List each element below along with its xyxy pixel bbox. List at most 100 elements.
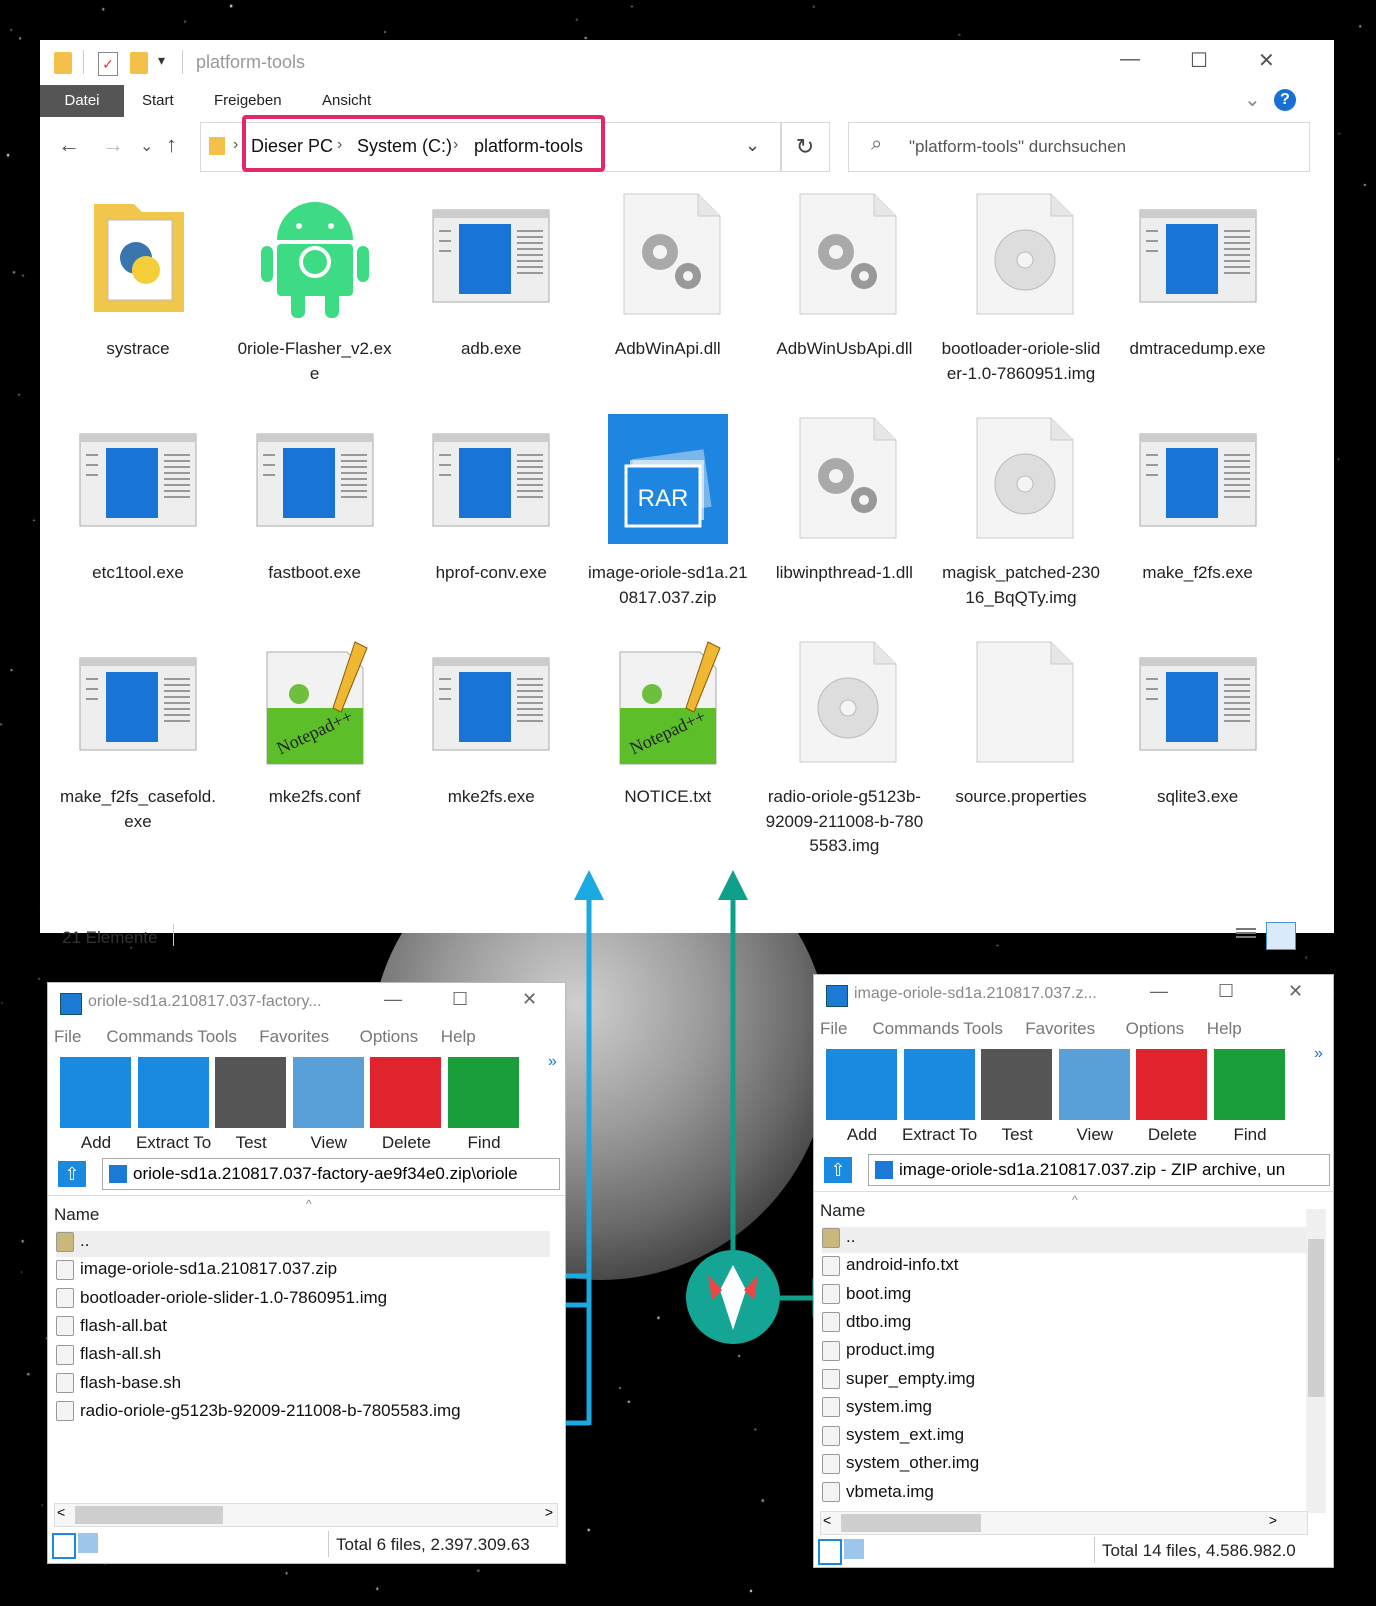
- name-column-header[interactable]: Name: [820, 1201, 865, 1221]
- more-tools-icon[interactable]: »: [548, 1053, 557, 1071]
- file-name: image-oriole-sd1a.210817.037.zip: [80, 1259, 338, 1279]
- extract-to-button[interactable]: Extract To: [136, 1057, 216, 1157]
- archive-icon: [875, 1161, 893, 1179]
- list-item[interactable]: vbmeta.img: [822, 1482, 934, 1508]
- close-button[interactable]: ✕: [1288, 981, 1303, 1002]
- list-item[interactable]: android-info.txt: [822, 1255, 958, 1281]
- menu-favorites[interactable]: Favorites: [1025, 1019, 1095, 1039]
- more-tools-icon[interactable]: »: [1314, 1045, 1323, 1063]
- list-item[interactable]: system_ext.img: [822, 1425, 964, 1451]
- archive-path-field[interactable]: image-oriole-sd1a.210817.037.zip - ZIP a…: [868, 1154, 1330, 1186]
- file-name: radio-oriole-g5123b-92009-211008-b-78055…: [80, 1400, 461, 1420]
- list-item[interactable]: boot.img: [822, 1284, 911, 1310]
- file-name: boot.img: [846, 1283, 912, 1303]
- file-icon: [56, 1316, 74, 1337]
- file-name: android-info.txt: [846, 1255, 959, 1275]
- button-label: Delete: [1147, 1125, 1197, 1144]
- add-icon: [826, 1049, 897, 1120]
- add-button[interactable]: Add: [826, 1049, 904, 1149]
- selection-status-icon: [818, 1539, 842, 1565]
- file-name: system.img: [846, 1396, 932, 1416]
- list-item[interactable]: flash-all.bat: [56, 1316, 167, 1342]
- name-column-header[interactable]: Name: [54, 1205, 99, 1225]
- up-folder-icon[interactable]: ⇧: [824, 1157, 852, 1183]
- delete-button[interactable]: Delete: [1136, 1049, 1214, 1149]
- close-button[interactable]: ✕: [522, 989, 537, 1010]
- minimize-button[interactable]: —: [1150, 981, 1168, 1002]
- parent-folder-icon: [822, 1227, 840, 1248]
- file-name: dtbo.img: [846, 1311, 912, 1331]
- view-icon: [292, 1057, 364, 1128]
- file-name: system_ext.img: [846, 1425, 965, 1445]
- list-item[interactable]: flash-base.sh: [56, 1373, 181, 1399]
- menu-favorites[interactable]: Favorites: [259, 1027, 329, 1047]
- button-label: Test: [235, 1133, 267, 1152]
- button-label: Test: [1001, 1125, 1033, 1144]
- menu-tools[interactable]: Tools: [197, 1027, 237, 1047]
- winrar-app-icon: [826, 985, 848, 1007]
- maximize-button[interactable]: ☐: [452, 989, 468, 1010]
- file-name: ..: [80, 1231, 90, 1250]
- find-button[interactable]: Find: [1214, 1049, 1292, 1149]
- vertical-scrollbar[interactable]: [1306, 1209, 1326, 1513]
- list-item[interactable]: dtbo.img: [822, 1312, 911, 1338]
- button-label: Delete: [381, 1133, 431, 1152]
- teal-arrowhead: [718, 870, 748, 900]
- list-item[interactable]: ..: [822, 1227, 1316, 1253]
- window-title: image-oriole-sd1a.210817.037.z...: [854, 985, 1097, 1002]
- sort-ascending-icon: ^: [306, 1197, 312, 1211]
- find-icon: [1214, 1049, 1285, 1120]
- winrar-app-icon: [60, 993, 82, 1015]
- extract-to-icon: [903, 1049, 975, 1120]
- menu-commands[interactable]: Commands: [106, 1027, 193, 1047]
- menu-options[interactable]: Options: [360, 1027, 419, 1047]
- add-button[interactable]: Add: [60, 1057, 138, 1157]
- minimize-button[interactable]: —: [384, 989, 402, 1010]
- button-label: Extract To: [135, 1133, 212, 1152]
- list-item[interactable]: super_empty.img: [822, 1369, 975, 1395]
- menu-file[interactable]: File: [820, 1019, 847, 1039]
- list-item[interactable]: flash-all.sh: [56, 1344, 161, 1370]
- menu-help[interactable]: Help: [441, 1027, 476, 1047]
- menu-help[interactable]: Help: [1207, 1019, 1242, 1039]
- menu-file[interactable]: File: [54, 1027, 81, 1047]
- button-label: Add: [80, 1133, 112, 1152]
- file-name: vbmeta.img: [846, 1481, 934, 1501]
- test-button[interactable]: Test: [215, 1057, 293, 1157]
- list-item[interactable]: radio-oriole-g5123b-92009-211008-b-78055…: [56, 1401, 461, 1427]
- up-folder-icon[interactable]: ⇧: [58, 1161, 86, 1187]
- archive-path-text: oriole-sd1a.210817.037-factory-ae9f34e0.…: [133, 1164, 518, 1183]
- file-icon: [56, 1401, 74, 1422]
- find-button[interactable]: Find: [448, 1057, 526, 1157]
- sort-ascending-icon: ^: [1072, 1193, 1078, 1207]
- archive-path-field[interactable]: oriole-sd1a.210817.037-factory-ae9f34e0.…: [102, 1158, 560, 1190]
- list-item[interactable]: system.img: [822, 1397, 932, 1423]
- menu-options[interactable]: Options: [1126, 1019, 1185, 1039]
- menu-tools[interactable]: Tools: [963, 1019, 1003, 1039]
- view-button[interactable]: View: [292, 1057, 371, 1157]
- horizontal-scrollbar[interactable]: < >: [54, 1503, 558, 1527]
- file-icon: [822, 1312, 840, 1333]
- list-item[interactable]: ..: [56, 1231, 550, 1257]
- maximize-button[interactable]: ☐: [1218, 981, 1234, 1002]
- list-item[interactable]: bootloader-oriole-slider-1.0-7860951.img: [56, 1288, 387, 1314]
- file-icon: [822, 1482, 840, 1503]
- view-button[interactable]: View: [1058, 1049, 1137, 1149]
- list-item[interactable]: product.img: [822, 1340, 935, 1366]
- file-icon: [56, 1373, 74, 1394]
- button-label: Add: [846, 1125, 878, 1144]
- selection-status-icon: [52, 1533, 76, 1559]
- list-item[interactable]: system_other.img: [822, 1453, 979, 1479]
- test-button[interactable]: Test: [981, 1049, 1059, 1149]
- horizontal-scrollbar[interactable]: < >: [820, 1511, 1308, 1535]
- list-item[interactable]: image-oriole-sd1a.210817.037.zip: [56, 1259, 337, 1285]
- file-name: super_empty.img: [846, 1368, 976, 1388]
- file-icon: [56, 1259, 74, 1280]
- menu-commands[interactable]: Commands: [872, 1019, 959, 1039]
- file-icon: [822, 1340, 840, 1361]
- file-name: ..: [846, 1227, 856, 1246]
- file-icon: [822, 1397, 840, 1418]
- delete-button[interactable]: Delete: [370, 1057, 448, 1157]
- extract-to-button[interactable]: Extract To: [902, 1049, 982, 1149]
- archive-icon: [109, 1165, 127, 1183]
